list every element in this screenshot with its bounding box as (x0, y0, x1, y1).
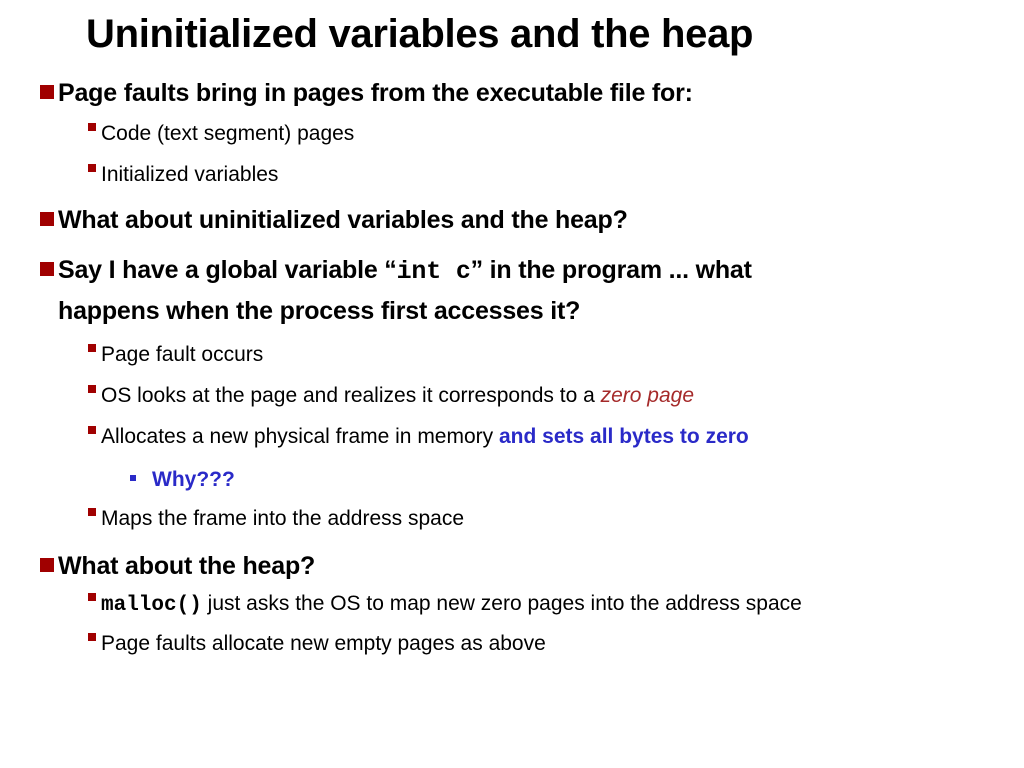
square-bullet-icon (40, 212, 54, 226)
sub-bullet-text: Maps the frame into the address space (101, 507, 465, 530)
square-bullet-icon (88, 633, 96, 641)
square-bullet-icon (40, 558, 54, 572)
emphasis-sets-bytes-zero: and sets all bytes to zero (499, 425, 749, 448)
bullet-text: Page faults bring in pages from the exec… (58, 79, 693, 107)
bullet-global-variable-line2: happens when the process first accesses … (58, 293, 580, 329)
code-malloc: malloc() (101, 594, 202, 617)
bullet-global-variable: Say I have a global variable “int c” in … (40, 252, 752, 290)
sub-bullet-text: just asks the OS to map new zero pages i… (201, 592, 802, 615)
sub-sub-bullet-why: Why??? (130, 466, 235, 494)
bullet-heap-question: What about the heap? (40, 548, 315, 584)
sub-bullet-initialized-variables: Initialized variables (88, 161, 278, 189)
sub-bullet-os-looks: OS looks at the page and realizes it cor… (88, 382, 694, 410)
sub-bullet-text: OS looks at the page and realizes it cor… (101, 384, 601, 407)
emphasis-zero-page: zero page (600, 384, 695, 407)
bullet-text-line2: happens when the process first accesses … (58, 297, 581, 325)
square-bullet-icon (88, 593, 96, 601)
sub-bullet-text: Page faults allocate new empty pages as … (101, 632, 546, 655)
square-bullet-icon (40, 262, 54, 276)
square-bullet-icon (40, 85, 54, 99)
square-bullet-icon (88, 164, 96, 172)
sub-bullet-text: Page fault occurs (101, 343, 264, 366)
bullet-text-before: Say I have a global variable “ (58, 256, 397, 284)
square-bullet-icon (88, 344, 96, 352)
sub-bullet-page-faults-allocate: Page faults allocate new empty pages as … (88, 630, 546, 658)
sub-bullet-code-pages: Code (text segment) pages (88, 120, 354, 148)
bullet-text-after: ” in the program ... what (470, 256, 752, 284)
slide-title: Uninitialized variables and the heap (86, 12, 754, 56)
bullet-page-faults: Page faults bring in pages from the exec… (40, 75, 693, 111)
square-bullet-icon (88, 385, 96, 393)
sub-bullet-page-fault-occurs: Page fault occurs (88, 341, 263, 369)
square-bullet-icon (88, 426, 96, 434)
square-bullet-icon (130, 475, 136, 481)
sub-bullet-text: Code (text segment) pages (101, 122, 355, 145)
bullet-uninitialized-question: What about uninitialized variables and t… (40, 202, 628, 238)
sub-bullet-maps-frame: Maps the frame into the address space (88, 505, 464, 533)
bullet-text: What about uninitialized variables and t… (58, 206, 628, 234)
bullet-text: What about the heap? (58, 552, 316, 580)
square-bullet-icon (88, 123, 96, 131)
why-text: Why??? (152, 468, 235, 491)
sub-bullet-allocates-frame: Allocates a new physical frame in memory… (88, 423, 749, 451)
sub-bullet-malloc: malloc() just asks the OS to map new zer… (88, 590, 802, 620)
sub-bullet-text: Initialized variables (101, 163, 279, 186)
sub-bullet-text: Allocates a new physical frame in memory (101, 425, 499, 448)
code-int-c: int c (396, 257, 471, 286)
square-bullet-icon (88, 508, 96, 516)
